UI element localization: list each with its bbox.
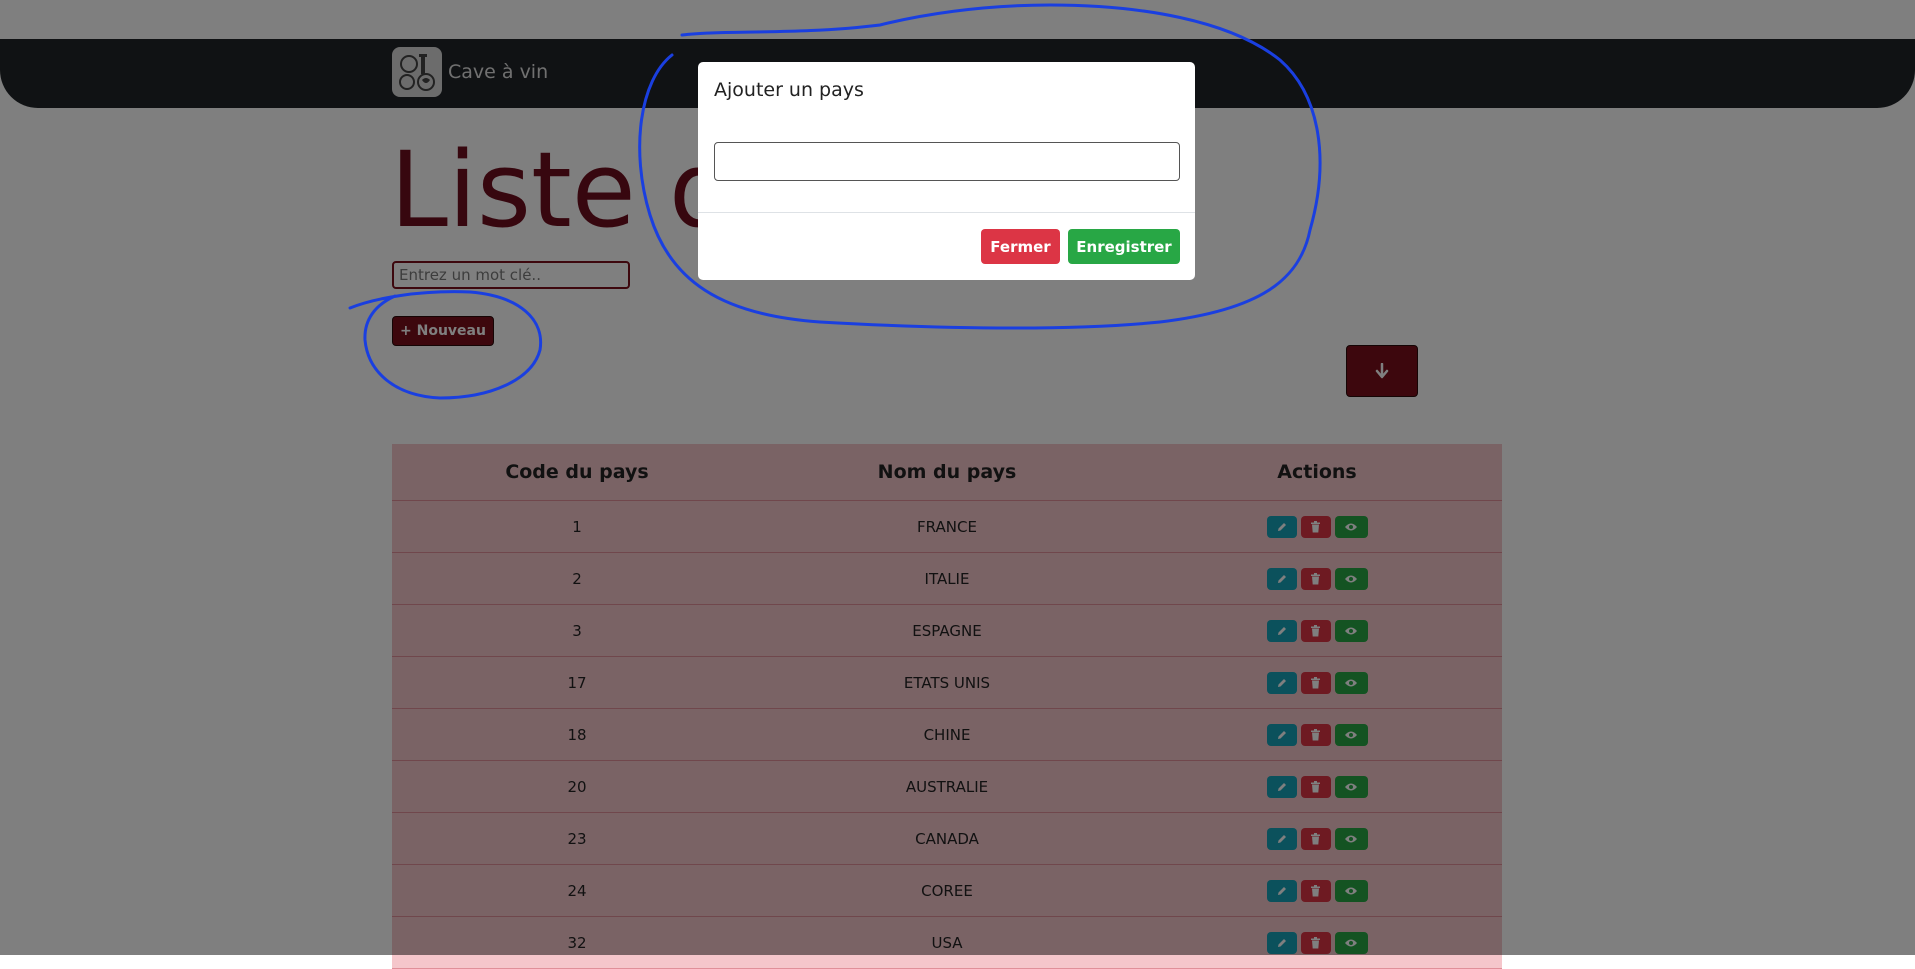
modal-divider [698,212,1195,213]
close-button[interactable]: Fermer [981,229,1060,264]
country-name-input[interactable] [714,142,1180,181]
modal-title: Ajouter un pays [714,79,864,101]
save-button[interactable]: Enregistrer [1068,229,1180,264]
add-country-modal: Ajouter un pays Fermer Enregistrer [698,62,1195,280]
